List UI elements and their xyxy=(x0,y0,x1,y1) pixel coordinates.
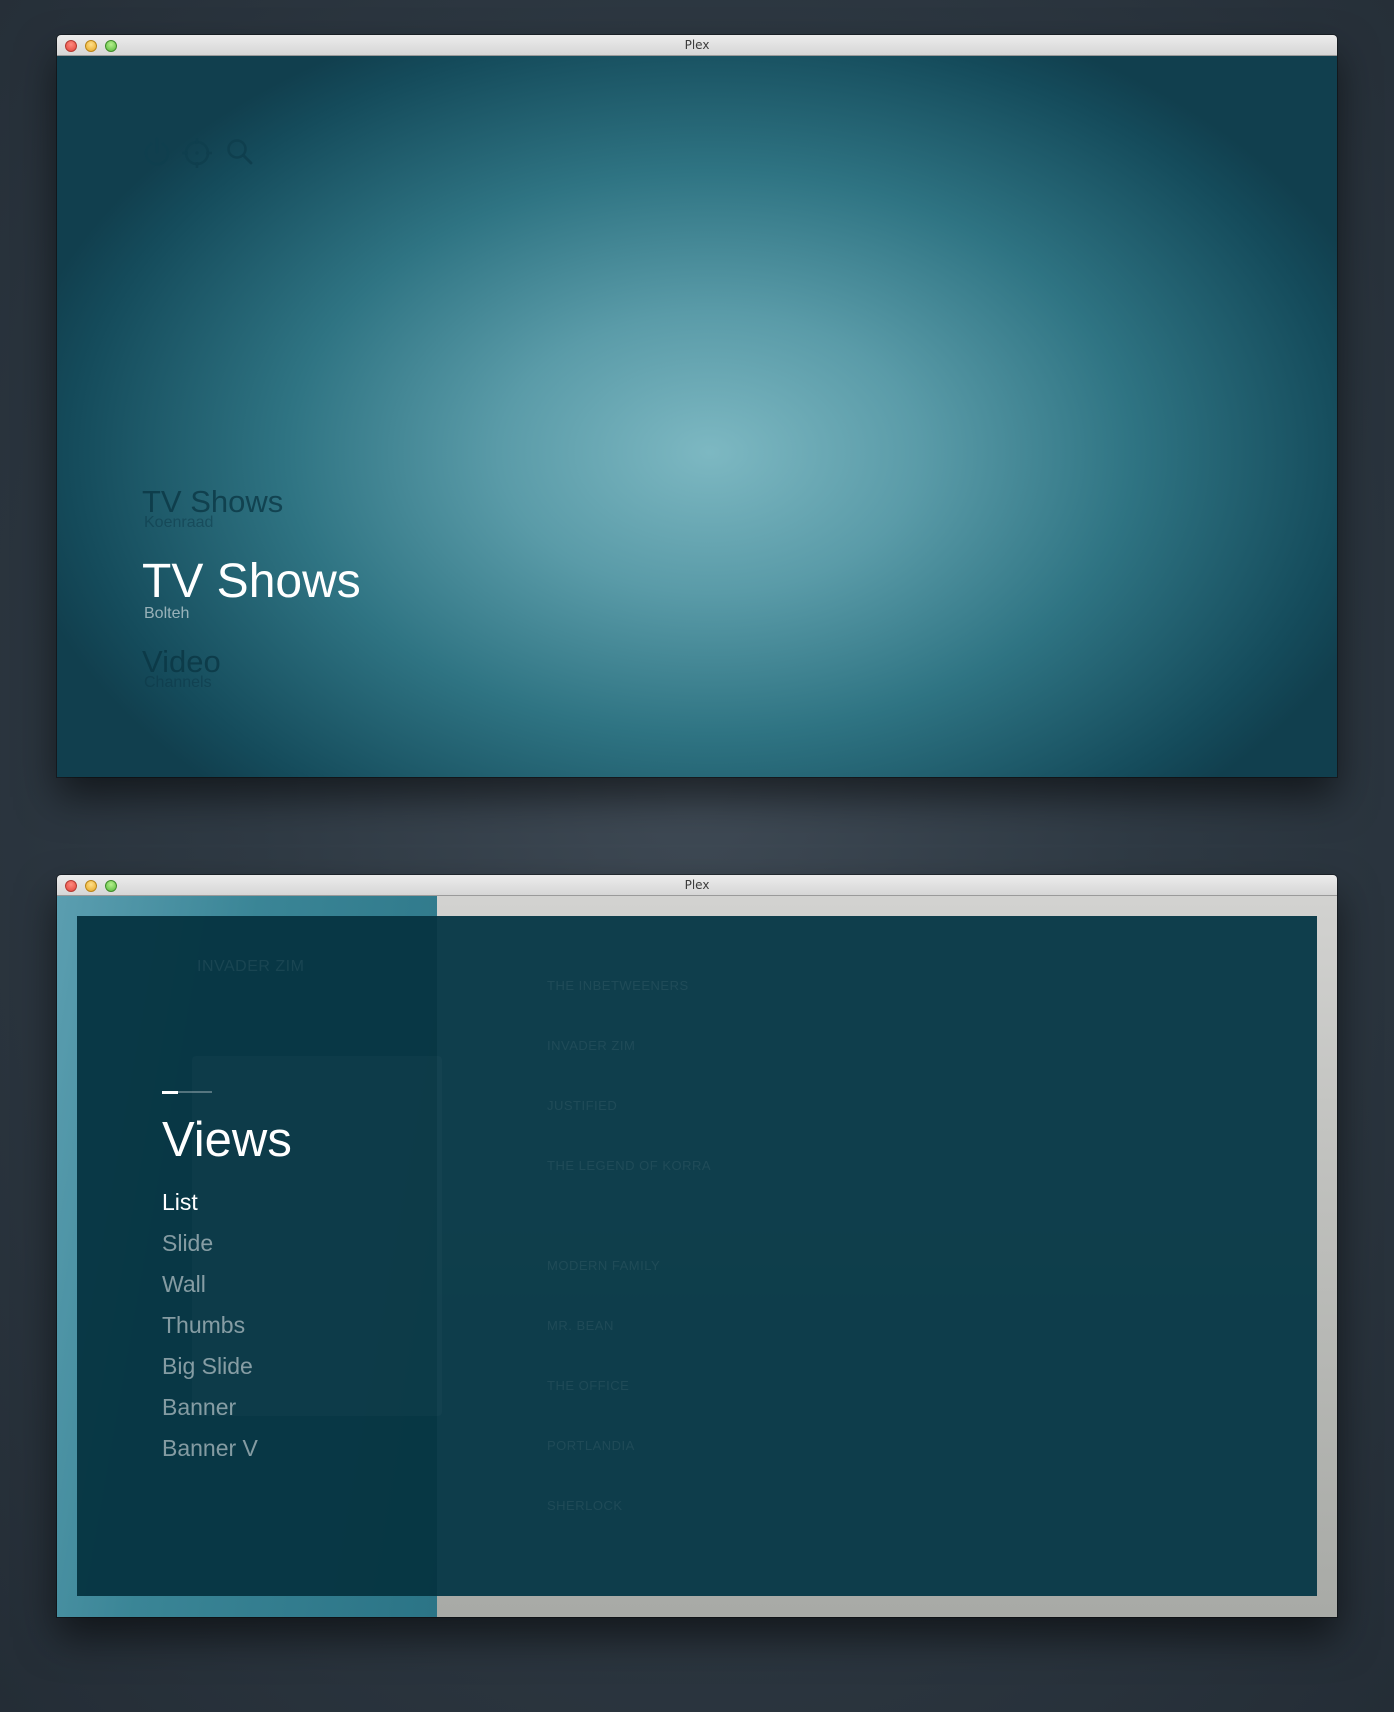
window-title: Plex xyxy=(684,38,710,52)
view-option-big-slide[interactable]: Big Slide xyxy=(162,1353,253,1380)
background-list-item: THE LEGEND OF KORRA xyxy=(547,1158,712,1173)
power-icon[interactable] xyxy=(142,136,172,168)
titlebar[interactable]: Plex xyxy=(57,35,1337,56)
section-tv-shows-bolteh[interactable]: TV Shows Bolteh xyxy=(142,554,361,623)
section-subtitle: Channels xyxy=(144,674,212,691)
view-option-thumbs[interactable]: Thumbs xyxy=(162,1312,245,1339)
views-overlay: INVADER ZIM THE INBETWEENERS INVADER ZIM… xyxy=(77,916,1317,1596)
views-title: Views xyxy=(162,1113,292,1167)
background-list-item: MR. BEAN xyxy=(547,1318,614,1333)
home-screen: TV Shows Koenraad TV Shows Bolteh Video … xyxy=(57,56,1337,777)
view-option-list[interactable]: List xyxy=(162,1189,198,1216)
titlebar[interactable]: Plex xyxy=(57,875,1337,896)
background-list-item: PORTLANDIA xyxy=(547,1438,635,1453)
window-title: Plex xyxy=(684,878,710,892)
section-video-channels[interactable]: Video Channels xyxy=(142,644,221,692)
section-title: TV Shows xyxy=(142,555,361,608)
background-list-item: MODERN FAMILY xyxy=(547,1258,661,1273)
background-list-item: JUSTIFIED xyxy=(547,1098,618,1113)
views-indicator xyxy=(162,1091,212,1094)
background-show-label: INVADER ZIM xyxy=(197,958,305,975)
view-option-slide[interactable]: Slide xyxy=(162,1230,213,1257)
section-tv-shows-koenraad[interactable]: TV Shows Koenraad xyxy=(142,484,283,532)
background-list-item: THE OFFICE xyxy=(547,1378,630,1393)
background-list-item: THE INBETWEENERS xyxy=(547,978,689,993)
crosshair-icon[interactable] xyxy=(182,136,212,168)
library-screen: INVADER ZIM THE INBETWEENERS INVADER ZIM… xyxy=(57,896,1337,1617)
view-option-banner-v[interactable]: Banner V xyxy=(162,1435,258,1462)
views-indicator-active xyxy=(162,1091,178,1094)
search-icon[interactable] xyxy=(225,136,255,168)
plex-window-views: Plex INVADER ZIM THE INBETWEENERS INVADE… xyxy=(57,875,1337,1617)
view-option-banner[interactable]: Banner xyxy=(162,1394,236,1421)
background-list-item: SHERLOCK xyxy=(547,1498,623,1513)
background-list-item: INVADER ZIM xyxy=(547,1038,636,1053)
plex-window-home: Plex TV Shows Koenraad TV Shows Bolteh V… xyxy=(57,35,1337,777)
view-option-wall[interactable]: Wall xyxy=(162,1271,206,1298)
